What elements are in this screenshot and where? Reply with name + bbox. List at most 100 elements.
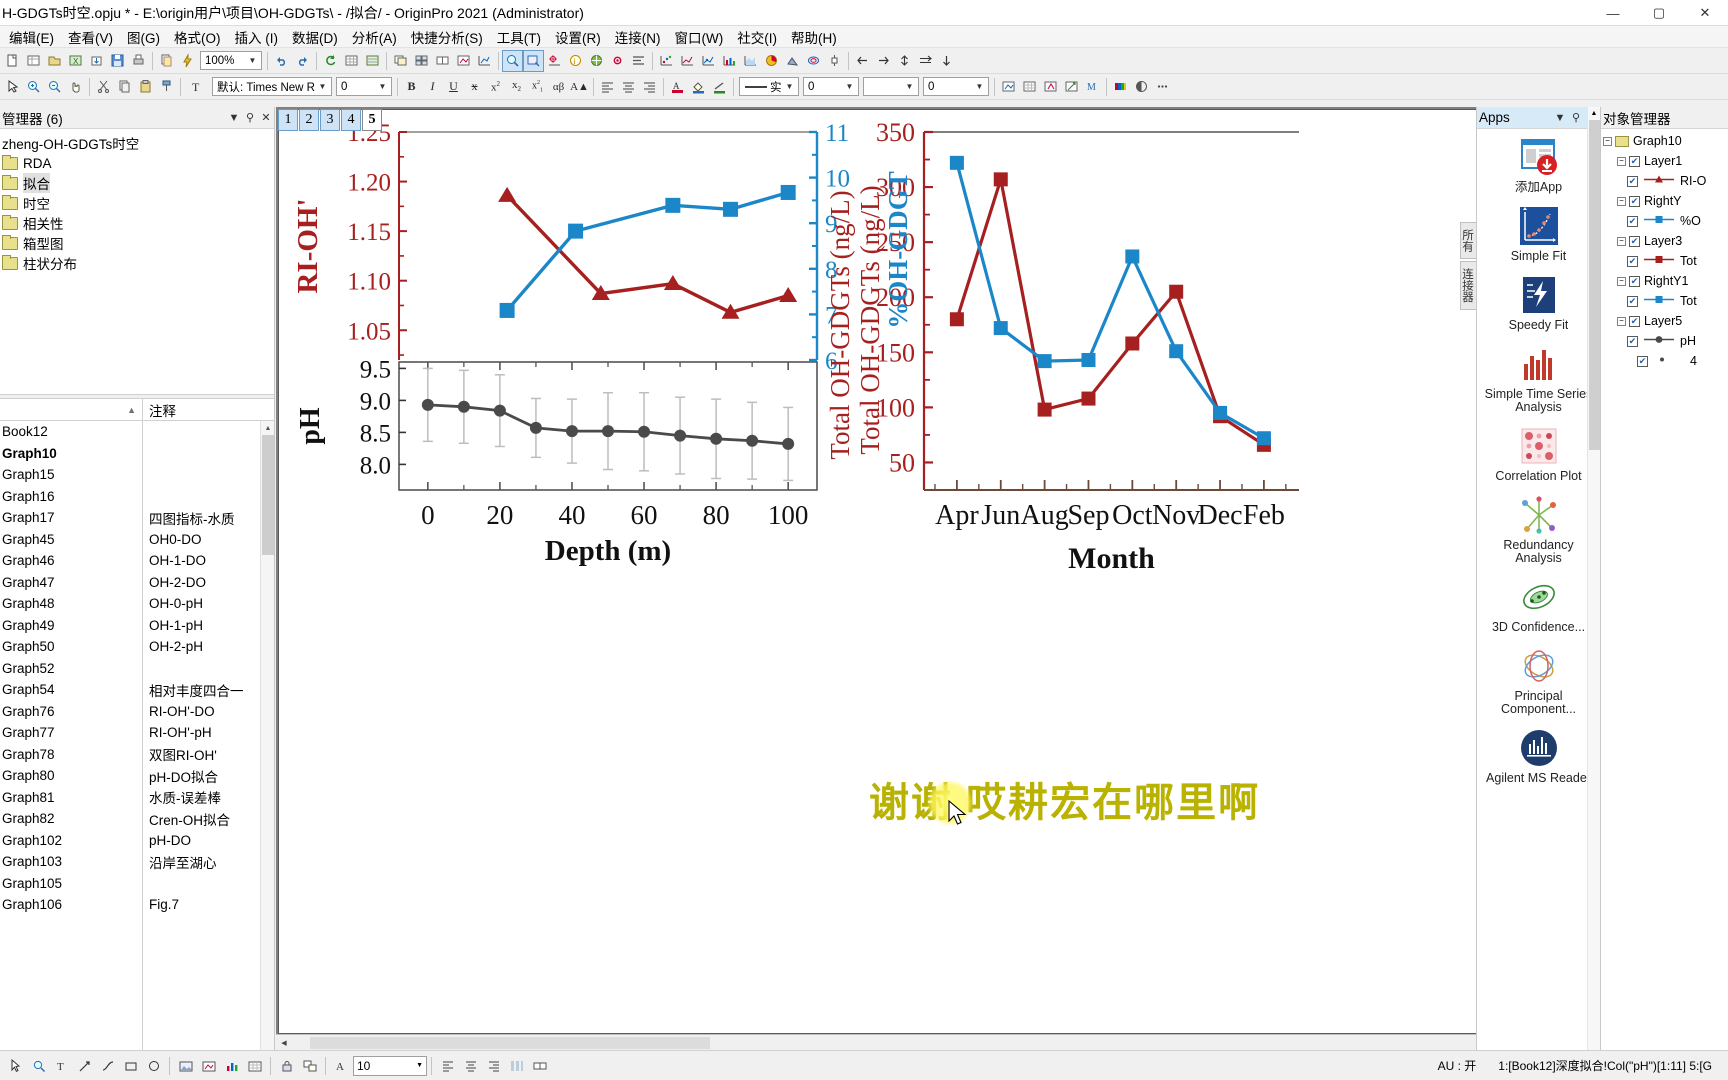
undo-icon[interactable] (271, 50, 292, 72)
strikethrough-icon[interactable]: x (464, 76, 485, 98)
plot-area-icon[interactable] (740, 50, 761, 72)
layer-arrange-icon[interactable] (411, 50, 432, 72)
grid-icon[interactable] (1019, 76, 1040, 98)
speed-mode-icon[interactable] (1040, 76, 1061, 98)
plot-contour-icon[interactable] (803, 50, 824, 72)
visibility-checkbox[interactable]: ✔ (1627, 335, 1638, 347)
object-plot-row[interactable]: ✔ Tot (1601, 251, 1728, 271)
pin-icon[interactable]: ⚲ (1568, 111, 1584, 124)
visibility-checkbox[interactable]: ✔ (1627, 175, 1638, 187)
plot-line-icon[interactable] (677, 50, 698, 72)
layer-extract-icon[interactable] (453, 50, 474, 72)
object-list-row-name[interactable]: Graph82 (0, 808, 142, 830)
layer-tab-2[interactable]: 2 (299, 109, 319, 131)
fill-color-icon[interactable] (688, 76, 709, 98)
layer-add-icon[interactable] (390, 50, 411, 72)
status-zoom-icon[interactable] (27, 1055, 50, 1077)
copy-icon[interactable] (114, 76, 135, 98)
app-item-redundancy-analysis[interactable]: Redundancy Analysis (1477, 493, 1600, 565)
tree-folder-correlation[interactable]: 相关性 (0, 213, 274, 233)
copy-page-icon[interactable] (156, 50, 177, 72)
new-project-icon[interactable] (2, 50, 23, 72)
layer-content-icon[interactable] (998, 76, 1019, 98)
line-style-combo[interactable]: 实 ▼ (739, 77, 799, 96)
object-list-row-note[interactable]: RI-OH'-DO (143, 701, 274, 723)
app-item-agilent-ms-reader[interactable]: Agilent MS Reader (1477, 726, 1600, 785)
line-color-icon[interactable] (709, 76, 730, 98)
object-list-row-name[interactable]: Graph80 (0, 765, 142, 787)
status-curve-icon[interactable] (96, 1055, 119, 1077)
status-text-icon[interactable]: T (50, 1055, 73, 1077)
scale-icon[interactable] (474, 50, 495, 72)
status-align-center-icon[interactable] (459, 1055, 482, 1077)
collapse-icon[interactable]: − (1617, 276, 1626, 286)
object-plot-row[interactable]: ✔ RI-O (1601, 171, 1728, 191)
object-list-name-header[interactable]: ▲ (0, 399, 142, 421)
object-list-row-note[interactable] (143, 443, 274, 465)
app-item-simple-time-series[interactable]: Simple Time Series Analysis (1477, 342, 1600, 414)
plot-3d-icon[interactable] (782, 50, 803, 72)
object-list-row-name[interactable]: Graph10 (0, 443, 142, 465)
arrow-left-icon[interactable] (852, 50, 873, 72)
layer-merge-icon[interactable] (432, 50, 453, 72)
color-palette-icon[interactable] (1110, 76, 1131, 98)
object-list-row-note[interactable]: OH0-DO (143, 529, 274, 551)
status-distribute-icon[interactable] (505, 1055, 528, 1077)
align-right-icon[interactable] (639, 76, 660, 98)
close-button[interactable]: ✕ (1682, 0, 1728, 26)
object-list-row-name[interactable]: Graph102 (0, 830, 142, 852)
object-list-row-name[interactable]: Graph15 (0, 464, 142, 486)
app-item-speedy-fit[interactable]: Speedy Fit (1477, 273, 1600, 332)
color-wheel-icon[interactable] (586, 50, 607, 72)
menu-item-graph[interactable]: 图(G) (120, 25, 167, 49)
gear-icon[interactable] (607, 50, 628, 72)
object-list-row-note[interactable]: 相对丰度四合一 (143, 679, 274, 701)
scrollbar-thumb[interactable] (1589, 120, 1600, 450)
font-family-combo[interactable]: 默认: Times New R ▼ (212, 77, 332, 96)
align-left-icon[interactable] (597, 76, 618, 98)
table-icon[interactable] (341, 50, 362, 72)
underline-icon[interactable]: U (443, 76, 464, 98)
plot-column-icon[interactable] (719, 50, 740, 72)
greek-icon[interactable]: αβ (548, 76, 569, 98)
visibility-checkbox[interactable]: ✔ (1629, 315, 1640, 327)
scale-out-icon[interactable] (44, 76, 65, 98)
bold-icon[interactable]: B (401, 76, 422, 98)
paste-icon[interactable] (135, 76, 156, 98)
graph-horizontal-scrollbar[interactable]: ◀ ▶ (276, 1034, 1540, 1050)
object-list-row-note[interactable] (143, 658, 274, 680)
menu-item-settings[interactable]: 设置(R) (548, 25, 608, 49)
status-grid-icon[interactable] (243, 1055, 266, 1077)
object-list-row-name[interactable]: Graph106 (0, 894, 142, 916)
menu-item-connect[interactable]: 连接(N) (608, 25, 668, 49)
chevron-down-icon[interactable]: ▼ (973, 82, 986, 91)
cut-icon[interactable] (93, 76, 114, 98)
supersub-icon[interactable]: x21 (527, 76, 548, 98)
object-list-row-name[interactable]: Graph48 (0, 593, 142, 615)
chevron-down-icon[interactable]: ▼ (1552, 112, 1568, 124)
layer-tab-1[interactable]: 1 (278, 109, 298, 131)
status-image-icon[interactable] (174, 1055, 197, 1077)
save-icon[interactable] (107, 50, 128, 72)
redo-icon[interactable] (292, 50, 313, 72)
zoom-region-icon[interactable] (523, 49, 544, 72)
new-workbook-icon[interactable] (23, 50, 44, 72)
menu-item-quick-analysis[interactable]: 快捷分析(S) (404, 25, 490, 49)
zoom-tool-icon[interactable] (502, 49, 523, 72)
object-list-row-note[interactable]: RI-OH'-pH (143, 722, 274, 744)
object-list-row-name[interactable]: Graph50 (0, 636, 142, 658)
opacity-right-combo[interactable]: 0 ▼ (923, 77, 989, 96)
chevron-down-icon[interactable]: ▼ (843, 82, 856, 91)
object-list-row-note[interactable]: OH-1-pH (143, 615, 274, 637)
plot-scatter-icon[interactable] (656, 50, 677, 72)
object-root-graph10[interactable]: − Graph10 (1601, 131, 1728, 151)
object-list-row-note[interactable] (143, 873, 274, 895)
status-lock-icon[interactable] (275, 1055, 298, 1077)
object-list-row-note[interactable]: 双图RI-OH' (143, 744, 274, 766)
object-layer-row[interactable]: − ✔ RightY (1601, 191, 1728, 211)
status-circle-icon[interactable] (142, 1055, 165, 1077)
tree-folder-histogram[interactable]: 柱状分布 (0, 253, 274, 273)
layer-tab-4[interactable]: 4 (341, 109, 361, 131)
visibility-checkbox[interactable]: ✔ (1627, 255, 1638, 267)
text-color-icon[interactable]: A (667, 76, 688, 98)
